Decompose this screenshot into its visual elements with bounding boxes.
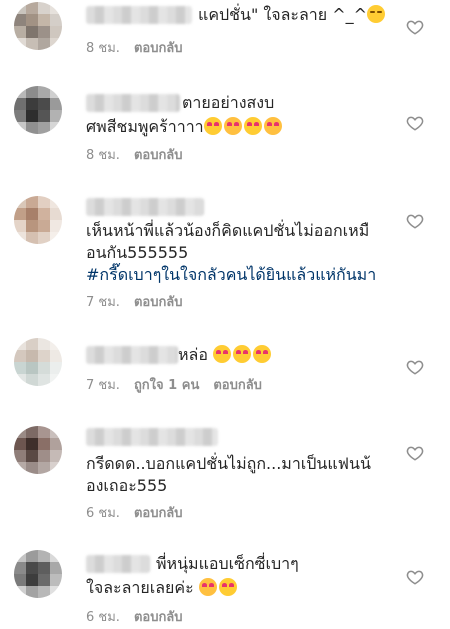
username-redacted[interactable] [86, 346, 178, 364]
blush-emoji-icon [223, 117, 242, 135]
heart-outline-icon[interactable] [406, 18, 424, 36]
heart-eyes-emoji-icon [233, 345, 252, 363]
username-redacted[interactable] [86, 6, 192, 24]
comment-text-line-1: พี่หนุ่มแอบเซ็กซี่เบาๆ [156, 554, 299, 573]
comment-meta: 7 ชม. ถูกใจ 1 คน ตอบกลับ [86, 374, 262, 395]
avatar[interactable] [14, 426, 62, 474]
timestamp: 7 ชม. [86, 295, 120, 310]
comment-text: หล่อ [178, 344, 273, 366]
comment-text-line-2: อนกัน555555 [86, 243, 189, 262]
heart-eyes-emoji-icon [213, 345, 232, 363]
comment-text-line-2: องเถอะ555 [86, 476, 168, 495]
heart-outline-icon[interactable] [406, 212, 424, 230]
timestamp: 6 ชม. [86, 610, 120, 625]
timestamp: 7 ชม. [86, 378, 120, 393]
heart-outline-icon[interactable] [406, 358, 424, 376]
reply-button[interactable]: ตอบกลับ [134, 148, 183, 163]
heart-eyes-emoji-icon [203, 117, 222, 135]
comment-text: แคปชั่น" ใจละลาย ^_^ [198, 4, 387, 26]
comment-text-line-1: ตายอย่างสงบ [182, 93, 275, 112]
username-redacted[interactable] [86, 555, 150, 573]
smile-emoji-icon [367, 5, 386, 23]
avatar[interactable] [14, 86, 62, 134]
reply-button[interactable]: ตอบกลับ [134, 41, 183, 56]
comment-meta: 6 ชม. ตอบกลับ [86, 502, 183, 523]
comment-text-line-2: ใจละลายเลยค่ะ [86, 577, 239, 599]
heart-eyes-emoji-icon [253, 345, 272, 363]
comment-meta: 7 ชม. ตอบกลับ [86, 291, 183, 312]
heart-outline-icon[interactable] [406, 114, 424, 132]
comment-meta: 8 ชม. ตอบกลับ [86, 144, 183, 165]
timestamp: 8 ชม. [86, 41, 120, 56]
reply-button[interactable]: ตอบกลับ [134, 295, 183, 310]
comment-text-line-2: ศพสีชมพูคร้าาาา [86, 116, 284, 138]
hashtag-link[interactable]: #กรี๊ดเบาๆในใจกลัวคนได้ยินแล้วแห่กันมา [86, 264, 376, 286]
heart-eyes-emoji-icon [218, 578, 237, 596]
avatar[interactable] [14, 196, 62, 244]
reply-button[interactable]: ตอบกลับ [134, 506, 183, 521]
reply-button[interactable]: ตอบกลับ [213, 378, 262, 393]
blush-emoji-icon [263, 117, 282, 135]
like-count[interactable]: ถูกใจ 1 คน [134, 378, 199, 393]
comment-meta: 8 ชม. ตอบกลับ [86, 37, 183, 58]
comment-meta: 6 ชม. ตอบกลับ [86, 606, 183, 627]
blush-emoji-icon [198, 578, 217, 596]
timestamp: 8 ชม. [86, 148, 120, 163]
heart-outline-icon[interactable] [406, 568, 424, 586]
avatar[interactable] [14, 550, 62, 598]
avatar[interactable] [14, 2, 62, 50]
username-redacted[interactable] [86, 94, 180, 112]
reply-button[interactable]: ตอบกลับ [134, 610, 183, 625]
heart-eyes-emoji-icon [243, 117, 262, 135]
comment-text-line-1: เห็นหน้าพี่แล้วน้องก็คิดแคปชั่นไม่ออกเหม… [86, 221, 370, 240]
username-redacted[interactable] [86, 198, 204, 216]
avatar[interactable] [14, 338, 62, 386]
heart-outline-icon[interactable] [406, 444, 424, 462]
username-redacted[interactable] [86, 428, 218, 446]
timestamp: 6 ชม. [86, 506, 120, 521]
comment-text-line-1: กรีดดด..บอกแคปชั่นไม่ถูก...มาเป็นแฟนน้ [86, 454, 371, 473]
